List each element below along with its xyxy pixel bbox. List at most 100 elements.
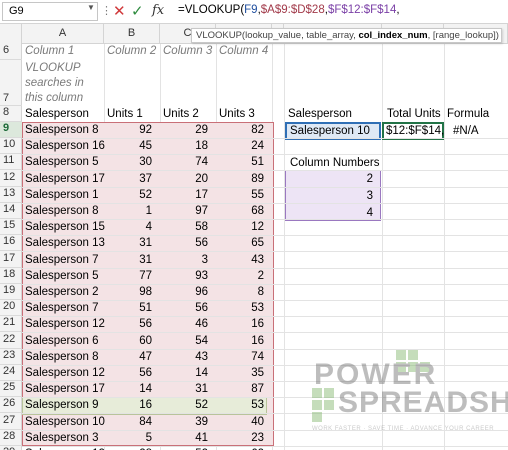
cell-a26[interactable]: Salesperson 9: [22, 397, 104, 414]
row-header-19[interactable]: 19: [0, 284, 22, 300]
cell-d10[interactable]: 24: [216, 138, 272, 155]
cell-d15[interactable]: 12: [216, 219, 272, 236]
cell-a29[interactable]: Salesperson 12: [22, 446, 105, 450]
cell-c27[interactable]: 39: [160, 414, 216, 431]
cell-f9-lookup-value[interactable]: Salesperson 10: [287, 123, 373, 140]
cell-b29[interactable]: 28: [104, 446, 160, 450]
cell-c25[interactable]: 31: [160, 381, 216, 398]
cell-c16[interactable]: 56: [160, 235, 216, 252]
cell-d6[interactable]: Column 4: [216, 43, 271, 60]
cell-a15[interactable]: Salesperson 15: [22, 219, 105, 236]
cell-b11[interactable]: 30: [104, 154, 160, 171]
cell-g9-editing[interactable]: $12:$F$14,: [383, 123, 447, 140]
cell-d22[interactable]: 16: [216, 333, 272, 350]
cell-d17[interactable]: 43: [216, 252, 272, 269]
cell-c6[interactable]: Column 3: [160, 43, 215, 60]
cell-a13[interactable]: Salesperson 1: [22, 187, 104, 204]
row-header-16[interactable]: 16: [0, 235, 22, 251]
cell-c19[interactable]: 96: [160, 284, 216, 301]
cell-c18[interactable]: 93: [160, 268, 216, 285]
cell-a24[interactable]: Salesperson 12: [22, 365, 105, 382]
column-header-a[interactable]: A: [22, 24, 104, 44]
cell-b19[interactable]: 98: [104, 284, 160, 301]
cell-b28[interactable]: 5: [104, 430, 160, 447]
cell-d14[interactable]: 68: [216, 203, 272, 220]
cell-a16[interactable]: Salesperson 13: [22, 235, 105, 252]
cell-c15[interactable]: 58: [160, 219, 216, 236]
cell-b26[interactable]: 16: [104, 397, 160, 414]
cell-a23[interactable]: Salesperson 8: [22, 349, 104, 366]
formula-input[interactable]: =VLOOKUP(F9,$A$9:$D$28,$F$12:$F$14,: [178, 4, 400, 16]
name-box-dropdown-icon[interactable]: ▼: [87, 3, 95, 12]
cell-h8[interactable]: Formula: [444, 106, 492, 123]
cell-d20[interactable]: 53: [216, 300, 272, 317]
enter-check-icon[interactable]: ✓: [131, 2, 144, 20]
row-header-9[interactable]: 9: [0, 122, 22, 138]
cell-c12[interactable]: 20: [160, 171, 216, 188]
cell-b15[interactable]: 4: [104, 219, 160, 236]
cell-d28[interactable]: 23: [216, 430, 272, 447]
cell-a20[interactable]: Salesperson 7: [22, 300, 104, 317]
cell-b18[interactable]: 77: [104, 268, 160, 285]
column-header-b[interactable]: B: [104, 24, 160, 44]
cell-c11[interactable]: 74: [160, 154, 216, 171]
cell-g8[interactable]: Total Units: [384, 106, 444, 123]
cell-a22[interactable]: Salesperson 6: [22, 333, 104, 350]
cell-f12[interactable]: 2: [285, 171, 381, 188]
cell-d26[interactable]: 53: [216, 397, 272, 414]
row-header-26[interactable]: 26: [0, 397, 22, 413]
row-header-11[interactable]: 11: [0, 154, 22, 170]
row-header-12[interactable]: 12: [0, 171, 22, 187]
cell-a17[interactable]: Salesperson 7: [22, 252, 104, 269]
row-header-22[interactable]: 22: [0, 333, 22, 349]
cell-a7-line3[interactable]: this column: [22, 90, 86, 107]
cell-b8[interactable]: Units 1: [104, 106, 146, 123]
cell-a14[interactable]: Salesperson 8: [22, 203, 104, 220]
cell-b27[interactable]: 84: [104, 414, 160, 431]
row-header-14[interactable]: 14: [0, 203, 22, 219]
row-header-6[interactable]: 6: [0, 44, 22, 60]
row-header-28[interactable]: 28: [0, 430, 22, 446]
cell-d25[interactable]: 87: [216, 381, 272, 398]
row-header-7[interactable]: 7: [0, 60, 22, 106]
cell-d9[interactable]: 82: [216, 122, 272, 139]
cell-b13[interactable]: 52: [104, 187, 160, 204]
cell-a25[interactable]: Salesperson 17: [22, 381, 105, 398]
cell-a18[interactable]: Salesperson 5: [22, 268, 104, 285]
cell-b22[interactable]: 60: [104, 333, 160, 350]
cell-f8[interactable]: Salesperson: [285, 106, 355, 123]
cell-f14[interactable]: 4: [285, 205, 381, 222]
cell-b16[interactable]: 31: [104, 235, 160, 252]
cell-f13[interactable]: 3: [285, 188, 381, 205]
cell-a9[interactable]: Salesperson 8: [22, 122, 104, 139]
insert-function-icon[interactable]: fx: [152, 3, 164, 18]
row-header-8[interactable]: 8: [0, 106, 22, 122]
cell-c26[interactable]: 52: [160, 397, 216, 414]
cell-b17[interactable]: 31: [104, 252, 160, 269]
cell-d21[interactable]: 16: [216, 316, 272, 333]
cell-c9[interactable]: 29: [160, 122, 216, 139]
cell-b12[interactable]: 37: [104, 171, 160, 188]
cell-b14[interactable]: 1: [104, 203, 160, 220]
cell-d8[interactable]: Units 3: [216, 106, 258, 123]
cell-h9-formula[interactable]: #N/A: [450, 123, 482, 140]
cell-b24[interactable]: 56: [104, 365, 160, 382]
cell-b6[interactable]: Column 2: [104, 43, 159, 60]
cell-d19[interactable]: 8: [216, 284, 272, 301]
cell-c22[interactable]: 54: [160, 333, 216, 350]
row-header-21[interactable]: 21: [0, 316, 22, 332]
row-header-13[interactable]: 13: [0, 187, 22, 203]
cell-d24[interactable]: 35: [216, 365, 272, 382]
cell-c20[interactable]: 56: [160, 300, 216, 317]
row-header-15[interactable]: 15: [0, 219, 22, 235]
cell-a11[interactable]: Salesperson 5: [22, 154, 104, 171]
cell-c21[interactable]: 46: [160, 316, 216, 333]
cell-a6[interactable]: Column 1: [22, 43, 77, 60]
row-header-10[interactable]: 10: [0, 138, 22, 154]
cell-a10[interactable]: Salesperson 16: [22, 138, 105, 155]
row-header-25[interactable]: 25: [0, 381, 22, 397]
cell-d23[interactable]: 74: [216, 349, 272, 366]
row-header-29[interactable]: 29: [0, 446, 22, 450]
cell-d27[interactable]: 40: [216, 414, 272, 431]
cell-c23[interactable]: 43: [160, 349, 216, 366]
